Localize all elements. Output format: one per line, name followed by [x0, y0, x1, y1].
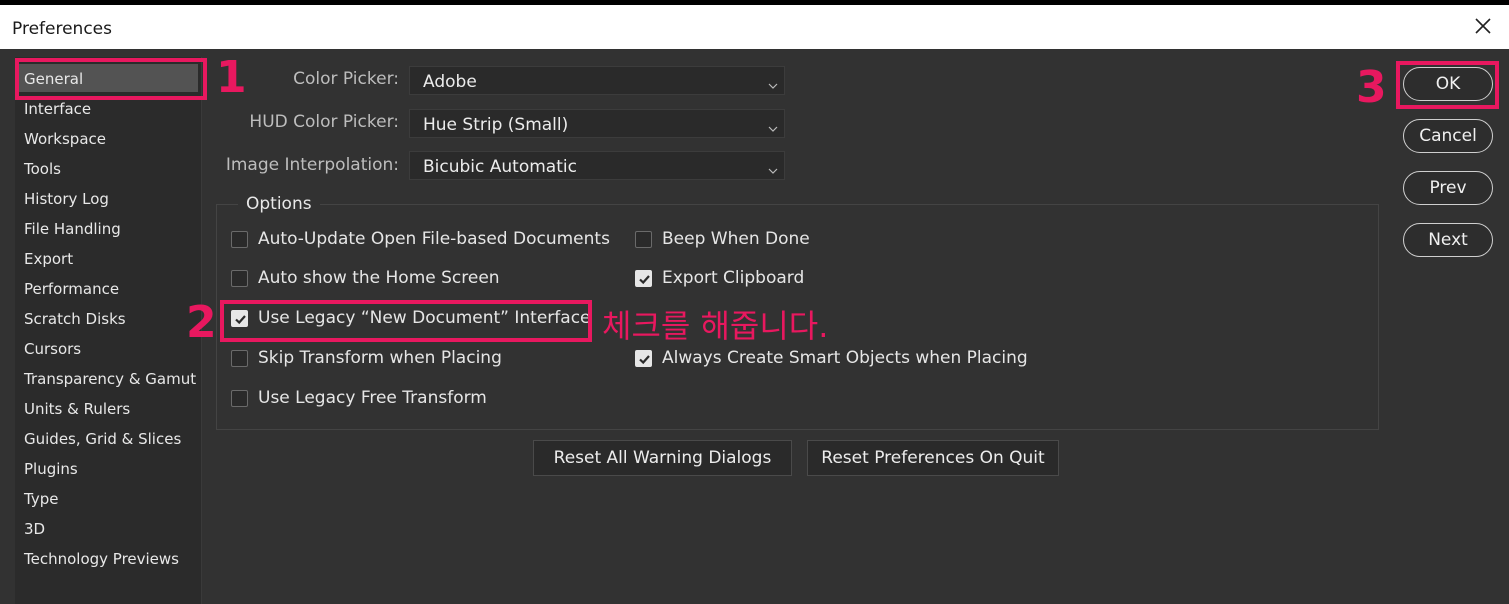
cancel-button[interactable]: Cancel — [1403, 119, 1493, 153]
options-title: Options — [238, 194, 320, 214]
chevron-down-icon — [768, 77, 778, 89]
auto-home-screen-label: Auto show the Home Screen — [258, 268, 500, 288]
sidebar-item-tools[interactable]: Tools — [24, 160, 61, 178]
beep-when-done-checkbox[interactable] — [635, 231, 652, 248]
legacy-free-transform-checkbox[interactable] — [231, 390, 248, 407]
sidebar-item-plugins[interactable]: Plugins — [24, 460, 78, 478]
auto-update-checkbox[interactable] — [231, 231, 248, 248]
sidebar-item-type[interactable]: Type — [24, 490, 58, 508]
color-picker-value: Adobe — [423, 72, 477, 92]
chevron-down-icon — [768, 162, 778, 174]
preferences-window: Preferences General Interface Workspace … — [0, 5, 1509, 604]
next-button[interactable]: Next — [1403, 223, 1493, 257]
sidebar-item-guides-grid-slices[interactable]: Guides, Grid & Slices — [24, 430, 181, 448]
smart-objects-checkbox[interactable] — [635, 350, 652, 367]
annotation-note: 체크를 해줍니다. — [602, 307, 829, 345]
prev-button[interactable]: Prev — [1403, 171, 1493, 205]
auto-update-label: Auto-Update Open File-based Documents — [258, 229, 610, 249]
sidebar-item-technology-previews[interactable]: Technology Previews — [24, 550, 179, 568]
smart-objects-label: Always Create Smart Objects when Placing — [662, 348, 1028, 368]
annotation-box-general — [15, 58, 207, 100]
sidebar-item-3d[interactable]: 3D — [24, 520, 45, 538]
hud-color-picker-value: Hue Strip (Small) — [423, 115, 569, 135]
close-icon[interactable] — [1471, 14, 1495, 38]
export-clipboard-label: Export Clipboard — [662, 268, 805, 288]
sidebar-item-file-handling[interactable]: File Handling — [24, 220, 121, 238]
checkmark-icon — [639, 355, 650, 365]
sidebar-item-units-rulers[interactable]: Units & Rulers — [24, 400, 130, 418]
legacy-free-transform-label: Use Legacy Free Transform — [258, 388, 487, 408]
sidebar-item-workspace[interactable]: Workspace — [24, 130, 106, 148]
annotation-box-ok — [1396, 61, 1499, 109]
beep-when-done-label: Beep When Done — [662, 229, 810, 249]
checkmark-icon — [639, 275, 650, 285]
sidebar-item-cursors[interactable]: Cursors — [24, 340, 81, 358]
color-picker-select[interactable]: Adobe — [409, 66, 785, 95]
reset-warning-dialogs-button[interactable]: Reset All Warning Dialogs — [533, 440, 792, 476]
hud-color-picker-label: HUD Color Picker: — [249, 112, 399, 132]
annotation-step-3: 3 — [1356, 62, 1387, 113]
sidebar-item-interface[interactable]: Interface — [24, 100, 91, 118]
window-title: Preferences — [12, 19, 112, 39]
sidebar-item-export[interactable]: Export — [24, 250, 73, 268]
auto-home-screen-checkbox[interactable] — [231, 270, 248, 287]
color-picker-label: Color Picker: — [293, 69, 399, 89]
skip-transform-checkbox[interactable] — [231, 350, 248, 367]
annotation-box-legacy-checkbox — [220, 300, 592, 342]
export-clipboard-checkbox[interactable] — [635, 270, 652, 287]
preferences-sidebar: General Interface Workspace Tools Histor… — [15, 57, 202, 604]
sidebar-item-scratch-disks[interactable]: Scratch Disks — [24, 310, 126, 328]
image-interpolation-value: Bicubic Automatic — [423, 157, 577, 177]
reset-preferences-on-quit-button[interactable]: Reset Preferences On Quit — [807, 440, 1059, 476]
image-interpolation-label: Image Interpolation: — [225, 155, 399, 175]
sidebar-item-performance[interactable]: Performance — [24, 280, 119, 298]
skip-transform-label: Skip Transform when Placing — [258, 348, 502, 368]
annotation-step-2: 2 — [186, 297, 217, 348]
sidebar-item-history-log[interactable]: History Log — [24, 190, 109, 208]
chevron-down-icon — [768, 120, 778, 132]
title-bar: Preferences — [0, 5, 1509, 49]
image-interpolation-select[interactable]: Bicubic Automatic — [409, 151, 785, 180]
sidebar-item-transparency-gamut[interactable]: Transparency & Gamut — [24, 370, 196, 388]
hud-color-picker-select[interactable]: Hue Strip (Small) — [409, 109, 785, 138]
